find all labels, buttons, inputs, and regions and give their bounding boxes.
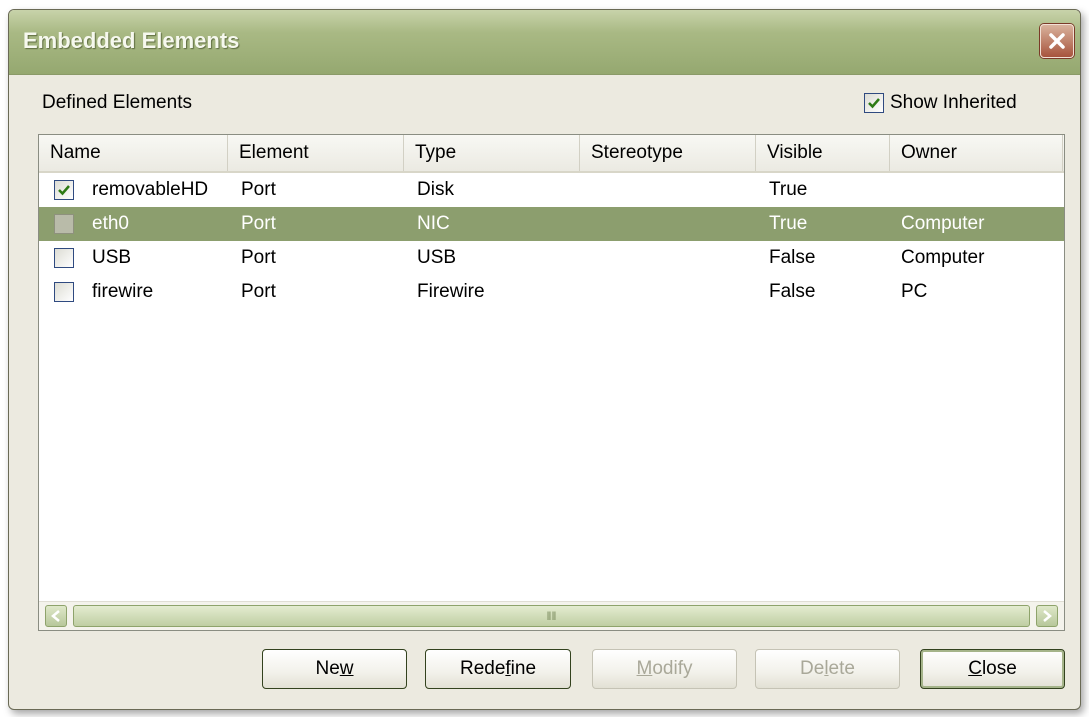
close-x-icon: [1049, 33, 1065, 49]
check-icon: [58, 185, 70, 196]
cell-element: Port: [241, 247, 276, 268]
cell-type: NIC: [417, 213, 450, 234]
cell-name: eth0: [92, 213, 129, 234]
new-button[interactable]: New: [262, 649, 407, 689]
cell-visible: True: [769, 213, 808, 234]
defined-elements-label: Defined Elements: [42, 92, 192, 113]
window-title: Embedded Elements: [23, 28, 240, 53]
cell-type: Firewire: [417, 281, 485, 302]
elements-list[interactable]: Name Element Type Stereotype Visible Own…: [38, 134, 1065, 631]
cell-visible: False: [769, 281, 816, 302]
cell-type: USB: [417, 247, 457, 268]
title-bar[interactable]: Embedded Elements: [9, 10, 1080, 75]
table-row-selected[interactable]: eth0 Port NIC True Computer: [39, 207, 1064, 241]
table-row[interactable]: firewire Port Firewire False PC: [39, 275, 1064, 309]
cell-name: removableHD: [92, 179, 209, 200]
show-inherited-option[interactable]: Show Inherited: [864, 92, 1017, 114]
row-checkbox[interactable]: [54, 180, 74, 200]
check-icon: [868, 98, 880, 109]
arrow-left-icon: [51, 610, 60, 622]
close-button[interactable]: Close: [920, 649, 1065, 689]
close-button-label: Close: [968, 658, 1017, 679]
redefine-button[interactable]: Redefine: [425, 649, 571, 689]
cell-element: Port: [241, 281, 276, 302]
delete-button-label: Delete: [800, 658, 855, 679]
column-header-element[interactable]: Element: [228, 135, 404, 171]
scroll-right-button[interactable]: [1036, 605, 1058, 627]
column-header-stereotype[interactable]: Stereotype: [580, 135, 756, 171]
cell-element: Port: [241, 213, 276, 234]
scroll-left-button[interactable]: [45, 605, 67, 627]
delete-button[interactable]: Delete: [755, 649, 900, 689]
new-button-label: New: [315, 658, 354, 679]
row-checkbox[interactable]: [54, 248, 74, 268]
table-row[interactable]: USB Port USB False Computer: [39, 241, 1064, 275]
horizontal-scrollbar[interactable]: ‖‖: [39, 601, 1064, 630]
cell-owner: PC: [901, 281, 928, 302]
cell-element: Port: [241, 179, 276, 200]
redefine-button-label: Redefine: [459, 658, 537, 679]
close-window-button[interactable]: [1040, 24, 1074, 58]
row-checkbox[interactable]: [54, 214, 74, 234]
row-checkbox[interactable]: [54, 282, 74, 302]
cell-visible: False: [769, 247, 816, 268]
grip-icon: ‖‖: [546, 609, 557, 623]
scrollbar-thumb[interactable]: ‖‖: [73, 605, 1030, 627]
modify-button[interactable]: Modify: [592, 649, 737, 689]
column-header-visible[interactable]: Visible: [756, 135, 890, 171]
show-inherited-checkbox[interactable]: [864, 93, 884, 113]
column-header-owner[interactable]: Owner: [890, 135, 1063, 171]
cell-name: firewire: [92, 281, 154, 302]
column-header-type[interactable]: Type: [404, 135, 580, 171]
embedded-elements-dialog: Embedded Elements Defined Elements Show …: [8, 9, 1081, 710]
cell-owner: Computer: [901, 213, 985, 234]
modify-button-label: Modify: [636, 658, 693, 679]
arrow-right-icon: [1043, 610, 1052, 622]
table-row[interactable]: removableHD Port Disk True: [39, 173, 1064, 207]
cell-owner: Computer: [901, 247, 985, 268]
cell-type: Disk: [417, 179, 454, 200]
show-inherited-label: Show Inherited: [890, 92, 1017, 113]
cell-name: USB: [92, 247, 132, 268]
cell-visible: True: [769, 179, 808, 200]
column-header-name[interactable]: Name: [39, 135, 228, 171]
list-header: Name Element Type Stereotype Visible Own…: [39, 135, 1064, 173]
